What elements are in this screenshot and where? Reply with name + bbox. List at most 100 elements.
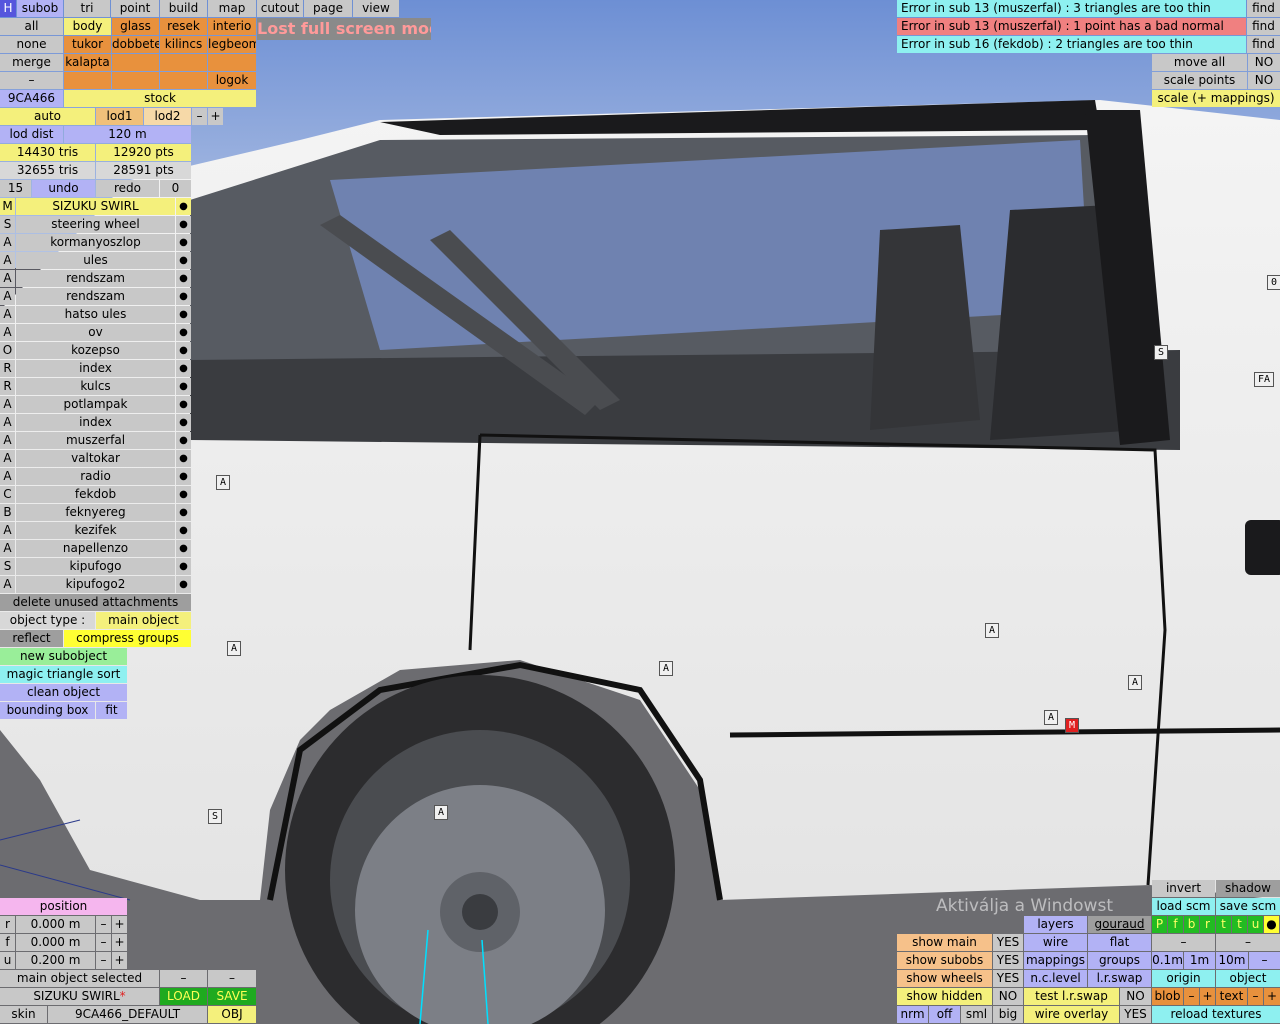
subobject-name[interactable]: kozepso (16, 342, 175, 359)
lod-dist-value[interactable]: 120 m (64, 126, 191, 143)
fit-button[interactable]: fit (96, 702, 127, 719)
pos-f-plus[interactable]: + (112, 934, 127, 951)
subobject-name[interactable]: potlampak (16, 396, 175, 413)
group-empty-1[interactable] (112, 54, 159, 71)
magic-triangle-sort-button[interactable]: magic triangle sort (0, 666, 127, 683)
big-button[interactable]: big (993, 1006, 1023, 1023)
scale-points-value[interactable]: NO (1248, 72, 1280, 89)
subobject-visibility-dot-icon[interactable]: ● (176, 576, 191, 593)
blob-minus[interactable]: – (1184, 988, 1199, 1005)
grid-1m[interactable]: 1m (1184, 952, 1215, 969)
origin-button[interactable]: origin (1152, 970, 1215, 987)
groups-button[interactable]: groups (1088, 952, 1151, 969)
grid-01m[interactable]: 0.1m (1152, 952, 1183, 969)
render-flag-toggle[interactable]: t (1216, 916, 1231, 933)
viewport-3d[interactable] (0, 0, 1280, 1024)
sel-minus-2[interactable]: – (208, 970, 256, 987)
stock-button[interactable]: stock (64, 90, 256, 107)
render-flag-toggle[interactable]: ● (1264, 916, 1279, 933)
subobject-visibility-dot-icon[interactable]: ● (176, 234, 191, 251)
subobject-visibility-dot-icon[interactable]: ● (176, 198, 191, 215)
sml-button[interactable]: sml (961, 1006, 992, 1023)
pos-r-minus[interactable]: – (96, 916, 111, 933)
subobject-name[interactable]: muszerfal (16, 432, 175, 449)
lod2-button[interactable]: lod2 (144, 108, 191, 125)
redo-button[interactable]: redo (96, 180, 159, 197)
show-subobs-value[interactable]: YES (993, 952, 1023, 969)
invert-button[interactable]: invert (1152, 880, 1215, 897)
group-logok[interactable]: logok (208, 72, 256, 89)
subobject-name[interactable]: kipufogo2 (16, 576, 175, 593)
minus-button[interactable]: – (0, 72, 63, 89)
blob-button[interactable]: blob (1152, 988, 1183, 1005)
subobject-name[interactable]: steering wheel (16, 216, 175, 233)
subobject-name[interactable]: napellenzo (16, 540, 175, 557)
show-subobs-button[interactable]: show subobs (897, 952, 992, 969)
grid-10m[interactable]: 10m (1216, 952, 1248, 969)
group-kalapta[interactable]: kalapta (64, 54, 111, 71)
attachment-marker[interactable]: A (216, 475, 230, 490)
lod-plus[interactable]: + (208, 108, 223, 125)
nrm-button[interactable]: nrm (897, 1006, 928, 1023)
error-message-2[interactable]: Error in sub 13 (muszerfal) : 1 point ha… (897, 18, 1246, 35)
group-empty-4[interactable] (64, 72, 111, 89)
main-marker[interactable]: M (1065, 718, 1079, 733)
menu-page[interactable]: page (304, 0, 352, 17)
sel-minus-1[interactable]: – (160, 970, 207, 987)
fa-marker[interactable]: FA (1254, 372, 1274, 387)
lod-auto[interactable]: auto (0, 108, 95, 125)
obj-button[interactable]: OBJ (208, 1006, 256, 1023)
subobject-visibility-dot-icon[interactable]: ● (176, 252, 191, 269)
group-tukor[interactable]: tukor (64, 36, 111, 53)
gouraud-button[interactable]: gouraud (1088, 916, 1151, 933)
subobject-visibility-dot-icon[interactable]: ● (176, 414, 191, 431)
subobject-visibility-dot-icon[interactable]: ● (176, 342, 191, 359)
subobject-visibility-dot-icon[interactable]: ● (176, 378, 191, 395)
blob-plus[interactable]: + (1200, 988, 1215, 1005)
move-all-value[interactable]: NO (1248, 54, 1280, 71)
layers-button[interactable]: layers (1024, 916, 1087, 933)
group-empty-6[interactable] (160, 72, 207, 89)
subobject-name[interactable]: SIZUKU SWIRL (16, 198, 175, 215)
move-all-button[interactable]: move all (1152, 54, 1247, 71)
steering-marker[interactable]: S (208, 809, 222, 824)
wire-overlay-value[interactable]: YES (1120, 1006, 1151, 1023)
lod-minus[interactable]: – (192, 108, 207, 125)
text-plus[interactable]: + (1264, 988, 1280, 1005)
group-legbeom[interactable]: legbeom (208, 36, 256, 53)
lod1-button[interactable]: lod1 (96, 108, 143, 125)
group-empty-3[interactable] (208, 54, 256, 71)
shadow-button[interactable]: shadow (1216, 880, 1280, 897)
save-scm-button[interactable]: save scm (1216, 898, 1280, 915)
find-button-2[interactable]: find (1247, 18, 1280, 35)
steering-marker[interactable]: S (1154, 345, 1168, 360)
group-body[interactable]: body (64, 18, 111, 35)
subobject-name[interactable]: fekdob (16, 486, 175, 503)
menu-subob[interactable]: subob (17, 0, 63, 17)
subobject-visibility-dot-icon[interactable]: ● (176, 324, 191, 341)
object-id[interactable]: 9CA466 (0, 90, 63, 107)
object-button[interactable]: object (1216, 970, 1280, 987)
find-button-3[interactable]: find (1247, 36, 1280, 53)
subobject-name[interactable]: ov (16, 324, 175, 341)
show-wheels-value[interactable]: YES (993, 970, 1023, 987)
render-flag-toggle[interactable]: r (1200, 916, 1215, 933)
pos-r-value[interactable]: 0.000 m (16, 916, 95, 933)
attachment-marker[interactable]: A (434, 805, 448, 820)
load-button[interactable]: LOAD (160, 988, 207, 1005)
wire-button[interactable]: wire (1024, 934, 1087, 951)
subobject-visibility-dot-icon[interactable]: ● (176, 306, 191, 323)
subobject-visibility-dot-icon[interactable]: ● (176, 486, 191, 503)
show-main-value[interactable]: YES (993, 934, 1023, 951)
subobject-name[interactable]: ules (16, 252, 175, 269)
nc-level-button[interactable]: n.c.level (1024, 970, 1087, 987)
pos-f-minus[interactable]: – (96, 934, 111, 951)
show-main-button[interactable]: show main (897, 934, 992, 951)
subobject-name[interactable]: index (16, 414, 175, 431)
subobject-visibility-dot-icon[interactable]: ● (176, 432, 191, 449)
grid-minus[interactable]: – (1249, 952, 1280, 969)
off-button[interactable]: off (929, 1006, 960, 1023)
test-lr-swap-value[interactable]: NO (1120, 988, 1151, 1005)
subobject-name[interactable]: kulcs (16, 378, 175, 395)
group-empty-5[interactable] (112, 72, 159, 89)
